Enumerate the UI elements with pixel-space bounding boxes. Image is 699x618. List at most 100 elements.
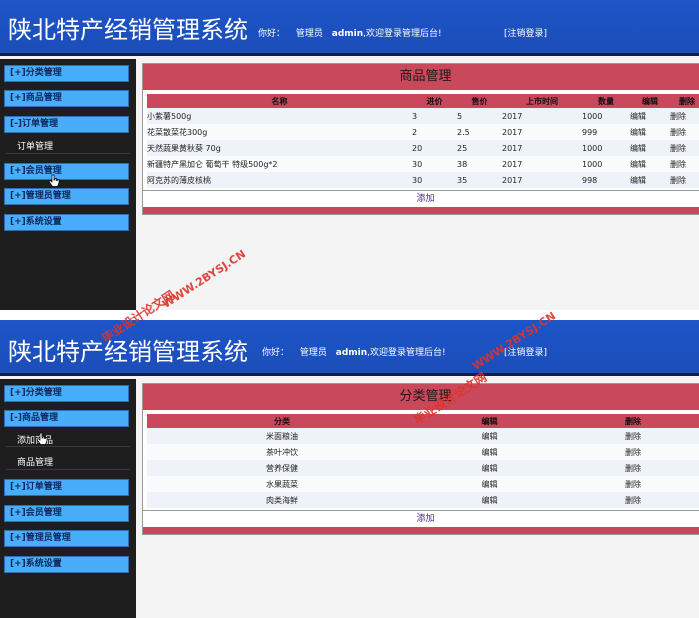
nav-product[interactable]: [+]商品管理 bbox=[4, 90, 129, 107]
nav-admin[interactable]: [+]管理员管理 bbox=[4, 530, 129, 547]
cell-category: 营养保健 bbox=[266, 463, 298, 473]
cell-category: 水果蔬菜 bbox=[266, 479, 298, 489]
divider bbox=[6, 469, 130, 470]
edit-link[interactable]: 编辑 bbox=[630, 156, 670, 172]
cell-qty: 999 bbox=[582, 127, 598, 137]
cell-price: 35 bbox=[457, 175, 468, 185]
divider bbox=[6, 153, 130, 154]
cell-cost: 20 bbox=[412, 143, 423, 153]
delete-link[interactable]: 删除 bbox=[670, 108, 699, 124]
sidebar: [+]分类管理 [+]商品管理 [-]订单管理 订单管理 [+]会员管理 [+]… bbox=[0, 59, 136, 310]
cell-cost: 2 bbox=[412, 127, 418, 137]
table-row: 米面粮油 编辑 删除 bbox=[147, 428, 699, 444]
panel-title: 分类管理 bbox=[143, 384, 699, 410]
cell-date: 2017 bbox=[502, 143, 523, 153]
edit-link[interactable]: 编辑 bbox=[417, 444, 562, 460]
delete-link[interactable]: 删除 bbox=[562, 428, 699, 444]
screenshot-product-management: 陕北特产经销管理系统 你好： 管理员 admin,欢迎登录管理后台! [注销登录… bbox=[0, 0, 699, 310]
edit-link[interactable]: 编辑 bbox=[630, 108, 670, 124]
greeting: 你好： 管理员 admin,欢迎登录管理后台! bbox=[258, 26, 442, 39]
col-name: 名称 bbox=[271, 96, 288, 106]
edit-link[interactable]: 编辑 bbox=[630, 140, 670, 156]
col-delete: 删除 bbox=[679, 96, 695, 106]
nav-settings[interactable]: [+]系统设置 bbox=[4, 214, 129, 231]
table-row: 花菜散菜花300g 2 2.5 2017 999 编辑 删除 bbox=[147, 124, 699, 140]
hand-pointer-icon bbox=[36, 432, 48, 445]
main-content: 商品管理 名称 进价 售价 上市时间 数量 编辑 删除 小紫薯500g 3 5 … bbox=[136, 59, 699, 310]
nav-category[interactable]: [+]分类管理 bbox=[4, 385, 129, 402]
cell-cost: 30 bbox=[412, 175, 423, 185]
cell-date: 2017 bbox=[502, 159, 523, 169]
cell-qty: 1000 bbox=[582, 143, 603, 153]
app-title: 陕北特产经销管理系统 bbox=[8, 16, 248, 44]
add-button[interactable]: 添加 bbox=[143, 190, 699, 207]
cell-name: 阿克苏的薄皮核桃 bbox=[147, 175, 211, 185]
cell-price: 25 bbox=[457, 143, 468, 153]
delete-link[interactable]: 删除 bbox=[562, 460, 699, 476]
delete-link[interactable]: 删除 bbox=[562, 476, 699, 492]
panel-title: 商品管理 bbox=[143, 64, 699, 90]
nav-category[interactable]: [+]分类管理 bbox=[4, 65, 129, 82]
col-delete: 删除 bbox=[625, 416, 641, 426]
sidebar-item-product-manage[interactable]: 商品管理 bbox=[17, 455, 53, 468]
hand-pointer-icon bbox=[48, 174, 60, 187]
cell-qty: 1000 bbox=[582, 111, 603, 121]
edit-link[interactable]: 编辑 bbox=[417, 476, 562, 492]
cell-cost: 3 bbox=[412, 111, 418, 121]
delete-link[interactable]: 删除 bbox=[670, 156, 699, 172]
delete-link[interactable]: 删除 bbox=[670, 172, 699, 188]
edit-link[interactable]: 编辑 bbox=[630, 172, 670, 188]
cell-name: 小紫薯500g bbox=[147, 111, 192, 121]
table-row: 茶叶冲饮 编辑 删除 bbox=[147, 444, 699, 460]
cell-category: 米面粮油 bbox=[266, 431, 298, 441]
edit-link[interactable]: 编辑 bbox=[417, 492, 562, 508]
col-cost: 进价 bbox=[426, 96, 443, 106]
header: 陕北特产经销管理系统 你好： 管理员 admin,欢迎登录管理后台! [注销登录… bbox=[0, 0, 699, 56]
category-table: 分类 编辑 删除 米面粮油 编辑 删除 茶叶冲饮 编辑 删除 营养保健 编辑 删… bbox=[147, 414, 699, 508]
panel-footer bbox=[143, 527, 699, 534]
nav-member[interactable]: [+]会员管理 bbox=[4, 505, 129, 522]
nav-settings[interactable]: [+]系统设置 bbox=[4, 556, 129, 573]
delete-link[interactable]: 删除 bbox=[670, 140, 699, 156]
delete-link[interactable]: 删除 bbox=[562, 444, 699, 460]
nav-product[interactable]: [-]商品管理 bbox=[4, 410, 129, 427]
cell-category: 肉类海鲜 bbox=[266, 495, 298, 505]
nav-admin[interactable]: [+]管理员管理 bbox=[4, 188, 129, 205]
cell-price: 2.5 bbox=[457, 127, 470, 137]
edit-link[interactable]: 编辑 bbox=[630, 124, 670, 140]
nav-order[interactable]: [+]订单管理 bbox=[4, 479, 129, 496]
table-row: 新疆特产黑加仑 葡萄干 特级500g*2 30 38 2017 1000 编辑 … bbox=[147, 156, 699, 172]
welcome-text: ,欢迎登录管理后台! bbox=[363, 29, 442, 39]
product-table: 名称 进价 售价 上市时间 数量 编辑 删除 小紫薯500g 3 5 2017 … bbox=[147, 94, 699, 188]
cell-price: 38 bbox=[457, 159, 468, 169]
table-row: 天然蔬果黄秋葵 70g 20 25 2017 1000 编辑 删除 bbox=[147, 140, 699, 156]
cell-name: 花菜散菜花300g bbox=[147, 127, 208, 137]
table-row: 水果蔬菜 编辑 删除 bbox=[147, 476, 699, 492]
sidebar-item-order-manage[interactable]: 订单管理 bbox=[17, 139, 53, 152]
table-row: 小紫薯500g 3 5 2017 1000 编辑 删除 bbox=[147, 108, 699, 124]
delete-link[interactable]: 删除 bbox=[562, 492, 699, 508]
cell-qty: 1000 bbox=[582, 159, 603, 169]
edit-link[interactable]: 编辑 bbox=[417, 428, 562, 444]
greeting: 你好： 管理员 admin,欢迎登录管理后台! bbox=[262, 345, 446, 358]
username: admin bbox=[331, 29, 364, 39]
delete-link[interactable]: 删除 bbox=[670, 124, 699, 140]
nav-order[interactable]: [-]订单管理 bbox=[4, 116, 129, 133]
table-row: 肉类海鲜 编辑 删除 bbox=[147, 492, 699, 508]
product-panel: 商品管理 名称 进价 售价 上市时间 数量 编辑 删除 小紫薯500g 3 5 … bbox=[142, 63, 699, 215]
logout-link[interactable]: [注销登录] bbox=[504, 26, 547, 39]
col-edit: 编辑 bbox=[642, 96, 658, 106]
cell-cost: 30 bbox=[412, 159, 423, 169]
username: admin bbox=[335, 348, 368, 358]
col-qty: 数量 bbox=[598, 96, 614, 106]
add-button[interactable]: 添加 bbox=[143, 510, 699, 527]
user-role: 管理员 bbox=[299, 348, 327, 358]
cell-name: 天然蔬果黄秋葵 70g bbox=[147, 143, 221, 153]
panel-footer bbox=[143, 207, 699, 214]
edit-link[interactable]: 编辑 bbox=[417, 460, 562, 476]
table-header: 分类 编辑 删除 bbox=[147, 414, 699, 428]
screenshot-category-management: 陕北特产经销管理系统 你好： 管理员 admin,欢迎登录管理后台! [注销登录… bbox=[0, 320, 699, 618]
logout-link[interactable]: [注销登录] bbox=[504, 345, 547, 358]
greet-prefix: 你好： bbox=[262, 348, 290, 358]
nav-member[interactable]: [+]会员管理 bbox=[4, 163, 129, 180]
